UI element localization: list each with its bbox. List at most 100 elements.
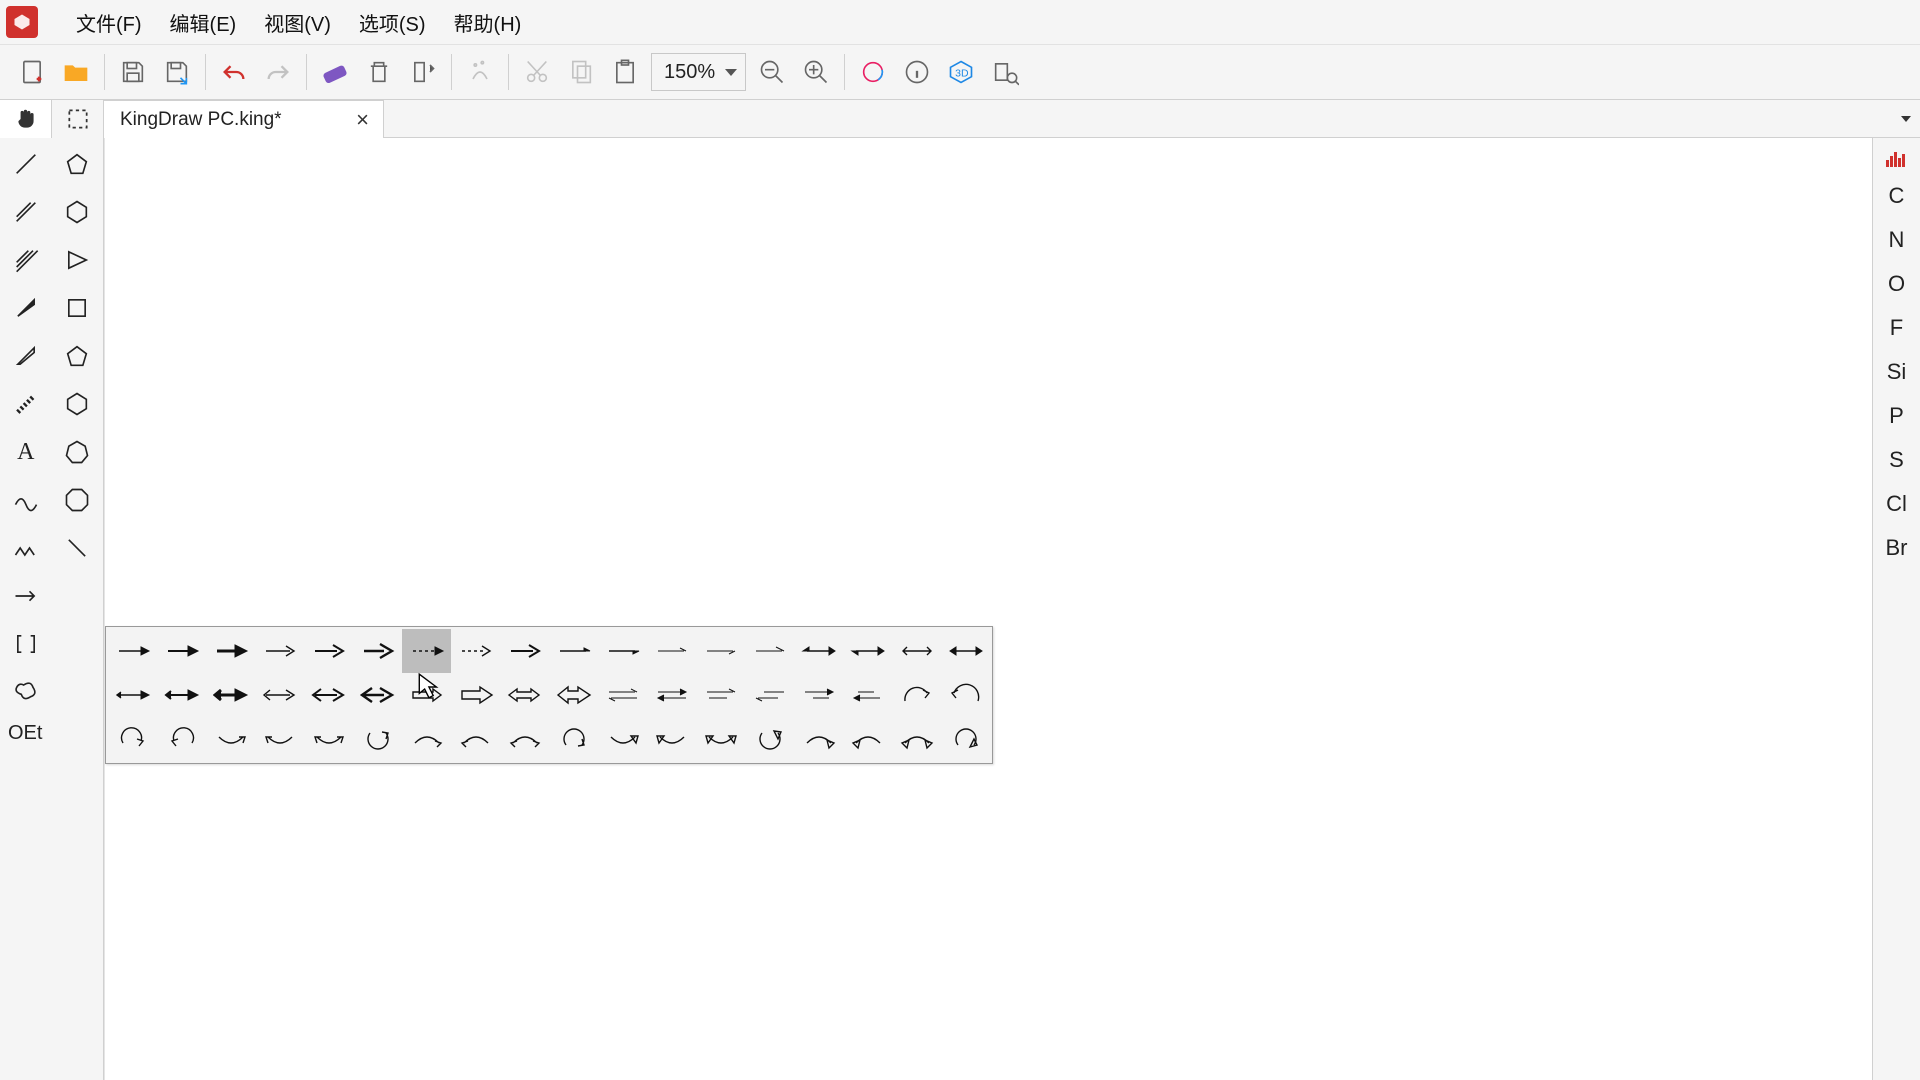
- arrow-r2-c8[interactable]: [451, 673, 500, 717]
- octagon-tool[interactable]: [52, 476, 104, 524]
- arrow-r3-c8[interactable]: [451, 717, 500, 761]
- arrow-r1-c13[interactable]: [696, 629, 745, 673]
- cut-button[interactable]: [515, 50, 559, 94]
- element-C[interactable]: C: [1873, 174, 1920, 218]
- tab-close-button[interactable]: ×: [352, 107, 373, 133]
- zoom-in-button[interactable]: [794, 50, 838, 94]
- marquee-tool[interactable]: [52, 100, 104, 138]
- arrow-r2-c4[interactable]: [255, 673, 304, 717]
- arrow-r3-c14[interactable]: [745, 717, 794, 761]
- zoom-out-button[interactable]: [750, 50, 794, 94]
- element-S[interactable]: S: [1873, 438, 1920, 482]
- bracket-tool[interactable]: [0, 620, 52, 668]
- arrow-r3-c4[interactable]: [255, 717, 304, 761]
- arrow-r2-c13[interactable]: [696, 673, 745, 717]
- arrow-r3-c2[interactable]: [157, 717, 206, 761]
- element-N[interactable]: N: [1873, 218, 1920, 262]
- arrow-r2-c18[interactable]: [941, 673, 990, 717]
- save-as-button[interactable]: [155, 50, 199, 94]
- arrow-r2-c2[interactable]: [157, 673, 206, 717]
- element-Si[interactable]: Si: [1873, 350, 1920, 394]
- arrow-r2-c11[interactable]: [598, 673, 647, 717]
- arrow-r1-c10[interactable]: [549, 629, 598, 673]
- arrow-r2-c6[interactable]: [353, 673, 402, 717]
- arrow-r3-c7[interactable]: [402, 717, 451, 761]
- triple-line-tool[interactable]: [0, 236, 52, 284]
- arrow-r1-c16[interactable]: [843, 629, 892, 673]
- arrow-r3-c13[interactable]: [696, 717, 745, 761]
- lasso-tool[interactable]: [0, 668, 52, 716]
- paste-button[interactable]: [603, 50, 647, 94]
- arrow-r3-c3[interactable]: [206, 717, 255, 761]
- arrow-r3-c17[interactable]: [892, 717, 941, 761]
- arrow-r1-c5[interactable]: [304, 629, 353, 673]
- pentagon2-tool[interactable]: [52, 332, 104, 380]
- new-file-button[interactable]: [10, 50, 54, 94]
- arrow-r2-c15[interactable]: [794, 673, 843, 717]
- arrow-r2-c1[interactable]: [108, 673, 157, 717]
- arrow-r3-c9[interactable]: [500, 717, 549, 761]
- arrow-r2-c5[interactable]: [304, 673, 353, 717]
- arrow-r3-c6[interactable]: [353, 717, 402, 761]
- arrow-r1-c14[interactable]: [745, 629, 794, 673]
- element-Cl[interactable]: Cl: [1873, 482, 1920, 526]
- wedge-open-tool[interactable]: [0, 332, 52, 380]
- arrow-r2-c3[interactable]: [206, 673, 255, 717]
- heptagon-tool[interactable]: [52, 428, 104, 476]
- arrow-r1-c2[interactable]: [157, 629, 206, 673]
- periodic-icon[interactable]: [1873, 144, 1920, 174]
- open-file-button[interactable]: [54, 50, 98, 94]
- element-Br[interactable]: Br: [1873, 526, 1920, 570]
- square-tool[interactable]: [52, 284, 104, 332]
- arrow-r2-c12[interactable]: [647, 673, 696, 717]
- arrow-r3-c5[interactable]: [304, 717, 353, 761]
- menu-help[interactable]: 帮助(H): [440, 2, 536, 43]
- redo-button[interactable]: [256, 50, 300, 94]
- arrow-r2-c14[interactable]: [745, 673, 794, 717]
- oet-tool[interactable]: OEt: [0, 716, 103, 750]
- menu-edit[interactable]: 编辑(E): [156, 2, 251, 43]
- hexagon2-tool[interactable]: [52, 380, 104, 428]
- triangle-tool[interactable]: [52, 236, 104, 284]
- arrow-r1-c7-dashed[interactable]: [402, 629, 451, 673]
- arrow-r2-c16[interactable]: [843, 673, 892, 717]
- arrow-r1-c9[interactable]: [500, 629, 549, 673]
- arrow-r1-c12[interactable]: [647, 629, 696, 673]
- double-line-tool[interactable]: [0, 188, 52, 236]
- tabrow-more-button[interactable]: [1892, 100, 1920, 138]
- arrow-r3-c1[interactable]: [108, 717, 157, 761]
- menu-file[interactable]: 文件(F): [62, 2, 156, 43]
- text-tool[interactable]: A: [0, 428, 52, 476]
- arrow-r3-c18[interactable]: [941, 717, 990, 761]
- color-ring-button[interactable]: [851, 50, 895, 94]
- document-tab[interactable]: KingDraw PC.king* ×: [104, 100, 384, 138]
- arrow-r1-c1[interactable]: [108, 629, 157, 673]
- undo-button[interactable]: [212, 50, 256, 94]
- copy-button[interactable]: [559, 50, 603, 94]
- arrow-r2-c10[interactable]: [549, 673, 598, 717]
- align-button[interactable]: [401, 50, 445, 94]
- arrow-r1-c18[interactable]: [941, 629, 990, 673]
- arrow-r2-c7[interactable]: [402, 673, 451, 717]
- pentagon-tool[interactable]: [52, 140, 104, 188]
- clean-button[interactable]: [458, 50, 502, 94]
- arrow-r1-c3[interactable]: [206, 629, 255, 673]
- arrow-r1-c4[interactable]: [255, 629, 304, 673]
- diagonal-tool[interactable]: [52, 524, 104, 572]
- wedge-tool[interactable]: [0, 284, 52, 332]
- arrow-r3-c16[interactable]: [843, 717, 892, 761]
- hand-tool[interactable]: [0, 100, 52, 138]
- zoom-dropdown[interactable]: 150%: [651, 53, 746, 91]
- element-F[interactable]: F: [1873, 306, 1920, 350]
- menu-view[interactable]: 视图(V): [250, 2, 345, 43]
- hexagon-tool[interactable]: [52, 188, 104, 236]
- menu-options[interactable]: 选项(S): [345, 2, 440, 43]
- chain-tool[interactable]: [0, 524, 52, 572]
- arrow-r1-c11[interactable]: [598, 629, 647, 673]
- arrow-tool[interactable]: [0, 572, 52, 620]
- element-O[interactable]: O: [1873, 262, 1920, 306]
- canvas[interactable]: [104, 138, 1872, 1080]
- eraser-button[interactable]: [313, 50, 357, 94]
- hash-bond-tool[interactable]: [0, 380, 52, 428]
- arrow-r1-c17[interactable]: [892, 629, 941, 673]
